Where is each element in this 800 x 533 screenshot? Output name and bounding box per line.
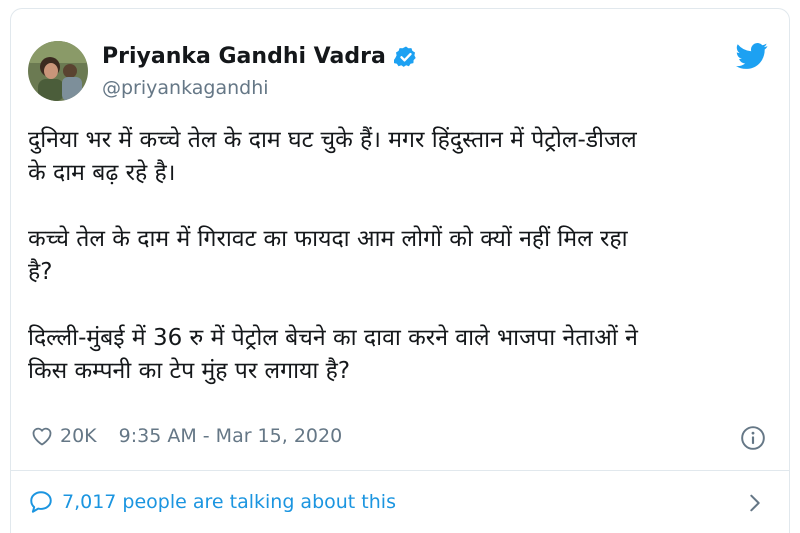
heart-icon[interactable] <box>30 424 54 448</box>
divider <box>10 470 790 471</box>
tweet-paragraph: दिल्ली-मुंबई में 36 रु में पेट्रोल बेचने… <box>28 325 638 384</box>
verified-badge-icon <box>393 46 416 67</box>
info-icon[interactable] <box>740 425 766 451</box>
chevron-right-icon[interactable] <box>744 491 766 515</box>
author-handle[interactable]: @priyankagandhi <box>102 77 269 99</box>
tweet-timestamp[interactable]: 9:35 AM - Mar 15, 2020 <box>119 425 343 447</box>
author-name-row[interactable]: Priyanka Gandhi Vadra <box>102 44 418 69</box>
conversation-link[interactable]: 7,017 people are talking about this <box>28 489 396 515</box>
avatar[interactable] <box>28 41 88 101</box>
like-count[interactable]: 20K <box>60 425 97 447</box>
tweet-paragraph: दुनिया भर में कच्चे तेल के दाम घट चुके ह… <box>28 127 637 186</box>
tweet-meta: 20K 9:35 AM - Mar 15, 2020 <box>30 424 342 448</box>
speech-bubble-icon <box>30 491 52 513</box>
twitter-bird-icon[interactable] <box>736 40 768 72</box>
tweet-paragraph: कच्चे तेल के दाम में गिरावट का फायदा आम … <box>28 226 628 285</box>
talking-about-text[interactable]: 7,017 people are talking about this <box>62 491 396 513</box>
tweet-text: दुनिया भर में कच्चे तेल के दाम घट चुके ह… <box>28 124 780 388</box>
author-name[interactable]: Priyanka Gandhi Vadra <box>102 44 386 69</box>
